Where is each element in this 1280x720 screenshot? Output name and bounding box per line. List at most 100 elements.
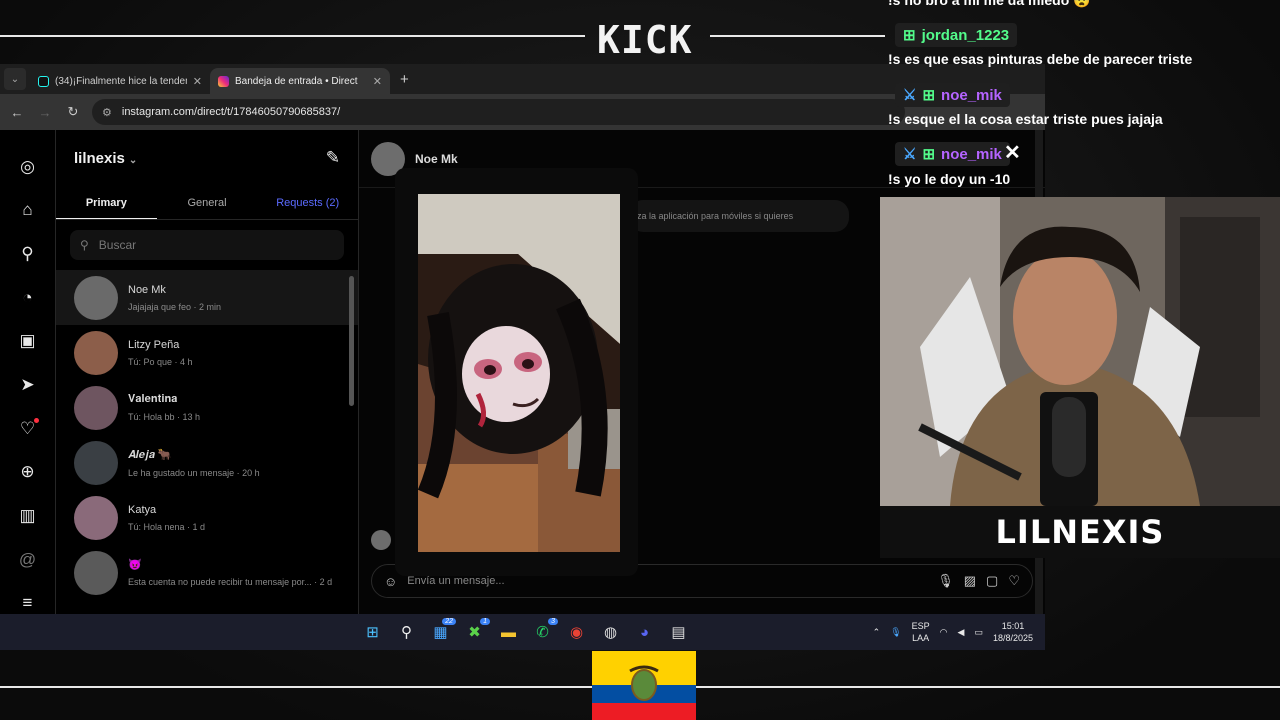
inbox-scrollbar[interactable]: [349, 276, 354, 406]
chat-message: !s esque el la cosa estar triste pues ja…: [888, 111, 1163, 127]
close-icon[interactable]: ✕: [193, 75, 202, 88]
notifications-icon[interactable]: ♡: [17, 417, 39, 440]
windows-start-icon[interactable]: ⊞: [360, 620, 385, 644]
menu-icon[interactable]: ≡: [17, 592, 39, 614]
search-input[interactable]: ⚲ Buscar: [70, 230, 344, 260]
compose-icon[interactable]: ✎: [326, 148, 340, 168]
instagram-icon: [218, 75, 229, 87]
clock-date: 18/8/2025: [992, 633, 1033, 643]
reels-icon[interactable]: ▣: [17, 331, 39, 353]
search-icon[interactable]: ⚲: [17, 243, 39, 265]
inbox-panel: lilnexis ⌄ ✎ Primary General Requests (2)…: [56, 130, 359, 614]
wifi-icon[interactable]: ◠: [940, 627, 948, 638]
avatar: [74, 550, 118, 595]
sword-badge-icon: ⚔: [903, 87, 917, 104]
chat-username: noe_mik: [941, 86, 1002, 104]
instagram-logo-icon[interactable]: ◎: [17, 156, 39, 178]
emoji-icon[interactable]: ☺: [384, 574, 397, 589]
conversation-item[interactable]: Noe Mk Jajajaja que feo · 2 min: [56, 270, 358, 325]
conversation-item[interactable]: 𝑨𝒍𝒆𝒋𝒂 🐂 Le ha gustado un mensaje · 20 h: [56, 435, 358, 490]
tab-primary[interactable]: Primary: [56, 186, 157, 219]
bottom-rule-right: [696, 686, 1280, 688]
chat-username-badge: ⚔ ⊞ noe_mik: [895, 83, 1010, 107]
obs-icon[interactable]: ◍: [598, 620, 623, 644]
conversation-item[interactable]: Katya Tú: Hola nena · 1 d: [56, 490, 358, 545]
keyboard-layout: LAA: [912, 633, 930, 643]
chat-contact-name[interactable]: Noe Mk: [415, 152, 458, 166]
back-icon[interactable]: ←: [8, 105, 26, 120]
shared-photo[interactable]: [418, 194, 620, 552]
create-icon[interactable]: ⊕: [17, 461, 39, 483]
battery-icon[interactable]: ▭: [974, 627, 983, 638]
terminal-icon[interactable]: ▤: [666, 620, 691, 644]
home-icon[interactable]: ⌂: [17, 200, 39, 222]
reload-icon[interactable]: ↻: [64, 104, 82, 120]
conversation-preview: Tú: Po que · 4 h: [128, 356, 193, 367]
chevron-up-icon[interactable]: ⌃: [873, 627, 881, 638]
inbox-tabs: Primary General Requests (2): [56, 186, 358, 220]
moderator-badge-icon: ⊞: [922, 87, 936, 104]
chrome-icon[interactable]: ◉: [564, 620, 589, 644]
conversation-preview: Tú: Hola nena · 1 d: [128, 521, 206, 532]
bottom-rule-left: [0, 686, 592, 688]
tab-tiktok[interactable]: (34)¡Finalmente hice la tendenc ✕: [30, 68, 210, 94]
conversation-name: 𝑨𝒍𝒆𝒋𝒂 🐂: [128, 448, 172, 461]
chat-username: jordan_1223: [921, 26, 1010, 44]
volume-icon[interactable]: ◀: [958, 627, 965, 638]
search-icon[interactable]: ⚲: [394, 620, 419, 644]
tab-instagram[interactable]: Bandeja de entrada • Direct ✕: [210, 68, 390, 94]
conversation-preview: Tú: Hola bb · 13 h: [128, 412, 201, 422]
site-info-icon[interactable]: ⚙: [102, 106, 112, 119]
account-switcher[interactable]: lilnexis ⌄: [74, 150, 137, 167]
chat-app-notice: za la aplicación para móviles si quieres: [629, 200, 849, 232]
file-explorer-icon[interactable]: ▬: [496, 620, 521, 644]
threads-icon[interactable]: @: [17, 549, 39, 571]
forward-icon[interactable]: →: [36, 105, 54, 120]
widgets-icon[interactable]: ▦ 22: [428, 618, 456, 644]
clock[interactable]: 15:01 18/8/2025: [993, 620, 1033, 644]
explore-icon[interactable]: ◔: [17, 287, 39, 309]
conversation-name: 𝐕𝐚𝐥𝐞𝐧𝐭𝐢𝐧𝐚: [128, 393, 178, 405]
close-icon[interactable]: ✕: [1004, 140, 1021, 165]
url-field[interactable]: ⚙ instagram.com/direct/t/178460507906858…: [92, 99, 905, 125]
kick-logo: KICK: [597, 18, 693, 62]
conversation-name: Litzy Peña: [128, 338, 180, 351]
ecuador-flag-icon: [592, 651, 696, 720]
image-icon[interactable]: ▨: [964, 573, 976, 589]
sticker-icon[interactable]: ▢: [986, 573, 998, 589]
chat-username-badge: ⊞ jordan_1223: [895, 23, 1018, 47]
dashboard-icon[interactable]: ▥: [17, 505, 39, 527]
avatar: [74, 385, 118, 430]
widgets-badge: 22: [442, 618, 456, 625]
conversation-item[interactable]: 𝐕𝐚𝐥𝐞𝐧𝐭𝐢𝐧𝐚 Tú: Hola bb · 13 h: [56, 380, 358, 435]
conversation-preview: Le ha gustado un mensaje · 20 h: [128, 467, 260, 478]
instagram-nav-rail: ◎ ⌂ ⚲ ◔ ▣ ➤ ♡ ⊕ ▥ @ ≡: [0, 130, 56, 614]
avatar: [74, 440, 118, 485]
xbox-icon[interactable]: ✖ 1: [462, 618, 490, 644]
language-indicator[interactable]: ESP LAA: [912, 620, 930, 644]
tab-requests[interactable]: Requests (2): [257, 186, 358, 219]
microphone-icon[interactable]: 🎙: [937, 573, 954, 589]
discord-icon[interactable]: ◕: [632, 620, 657, 644]
language-code: ESP: [911, 621, 930, 631]
microphone-icon[interactable]: 🎙: [890, 627, 901, 638]
close-icon[interactable]: ✕: [373, 75, 382, 88]
new-tab-button[interactable]: +: [400, 71, 409, 88]
conversation-preview: Esta cuenta no puede recibir tu mensaje …: [128, 577, 333, 587]
tab-general[interactable]: General: [157, 186, 258, 219]
webcam-feed: [880, 197, 1280, 506]
inbox-header: lilnexis ⌄ ✎: [56, 130, 358, 186]
xbox-badge: 1: [480, 618, 490, 625]
heart-icon[interactable]: ♡: [1008, 573, 1020, 589]
webcam-image: [880, 197, 1280, 506]
top-rule-left: [0, 35, 585, 37]
stream-layout: KICK ⌄ (34)¡Finalmente hice la tendenc ✕…: [0, 0, 1280, 720]
conversation-item[interactable]: 😈 Esta cuenta no puede recibir tu mensaje…: [56, 545, 358, 600]
conversation-item[interactable]: Litzy Peña Tú: Po que · 4 h: [56, 325, 358, 380]
avatar: [371, 530, 391, 550]
tab-search-button[interactable]: ⌄: [4, 68, 26, 90]
messages-icon[interactable]: ➤: [17, 374, 39, 396]
conversation-text: Katya Tú: Hola nena · 1 d: [128, 504, 205, 532]
whatsapp-icon[interactable]: ✆ 3: [530, 618, 558, 644]
sword-badge-icon: ⚔: [903, 146, 917, 163]
